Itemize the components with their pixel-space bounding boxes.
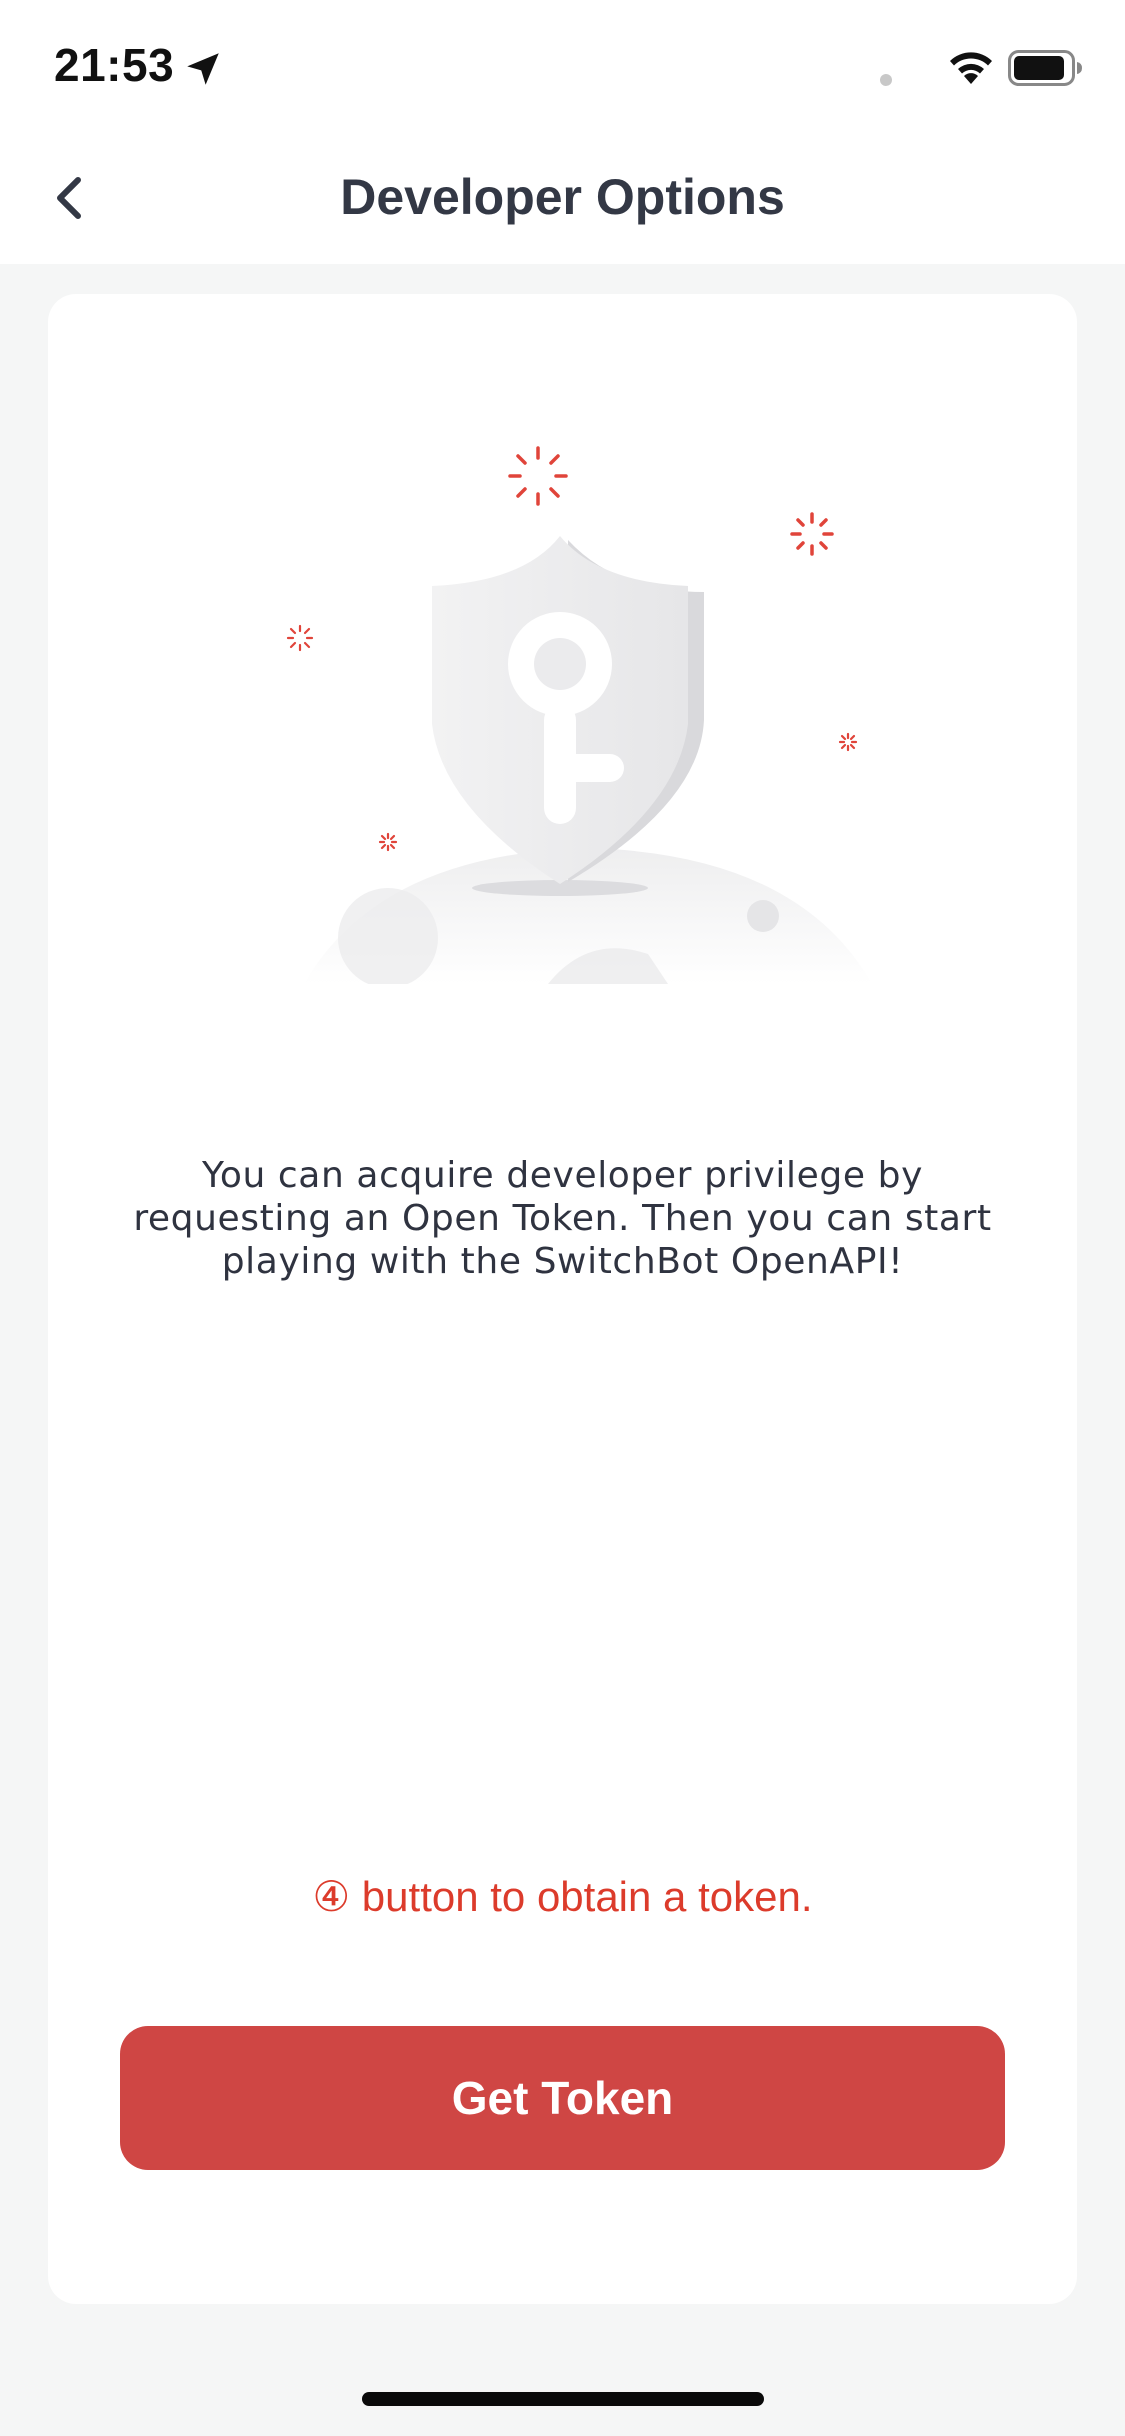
shield-key-icon: [286, 446, 872, 984]
get-token-button[interactable]: Get Token: [120, 2026, 1005, 2170]
home-indicator[interactable]: [362, 2392, 764, 2406]
location-arrow-icon: [187, 53, 219, 85]
description-text: You can acquire developer privilege by r…: [133, 1155, 992, 1282]
status-bar: 21:53: [0, 0, 1125, 132]
page-title: Developer Options: [340, 169, 785, 225]
nav-bar: Developer Options: [0, 132, 1125, 264]
status-time: 21:53: [54, 39, 175, 91]
signal-dot-icon: [880, 74, 892, 86]
wifi-icon: [950, 52, 992, 84]
battery-icon: [1008, 50, 1082, 86]
annotation-text: ④ button to obtain a token.: [312, 1873, 813, 1920]
content-card: You can acquire developer privilege by r…: [48, 294, 1077, 2304]
